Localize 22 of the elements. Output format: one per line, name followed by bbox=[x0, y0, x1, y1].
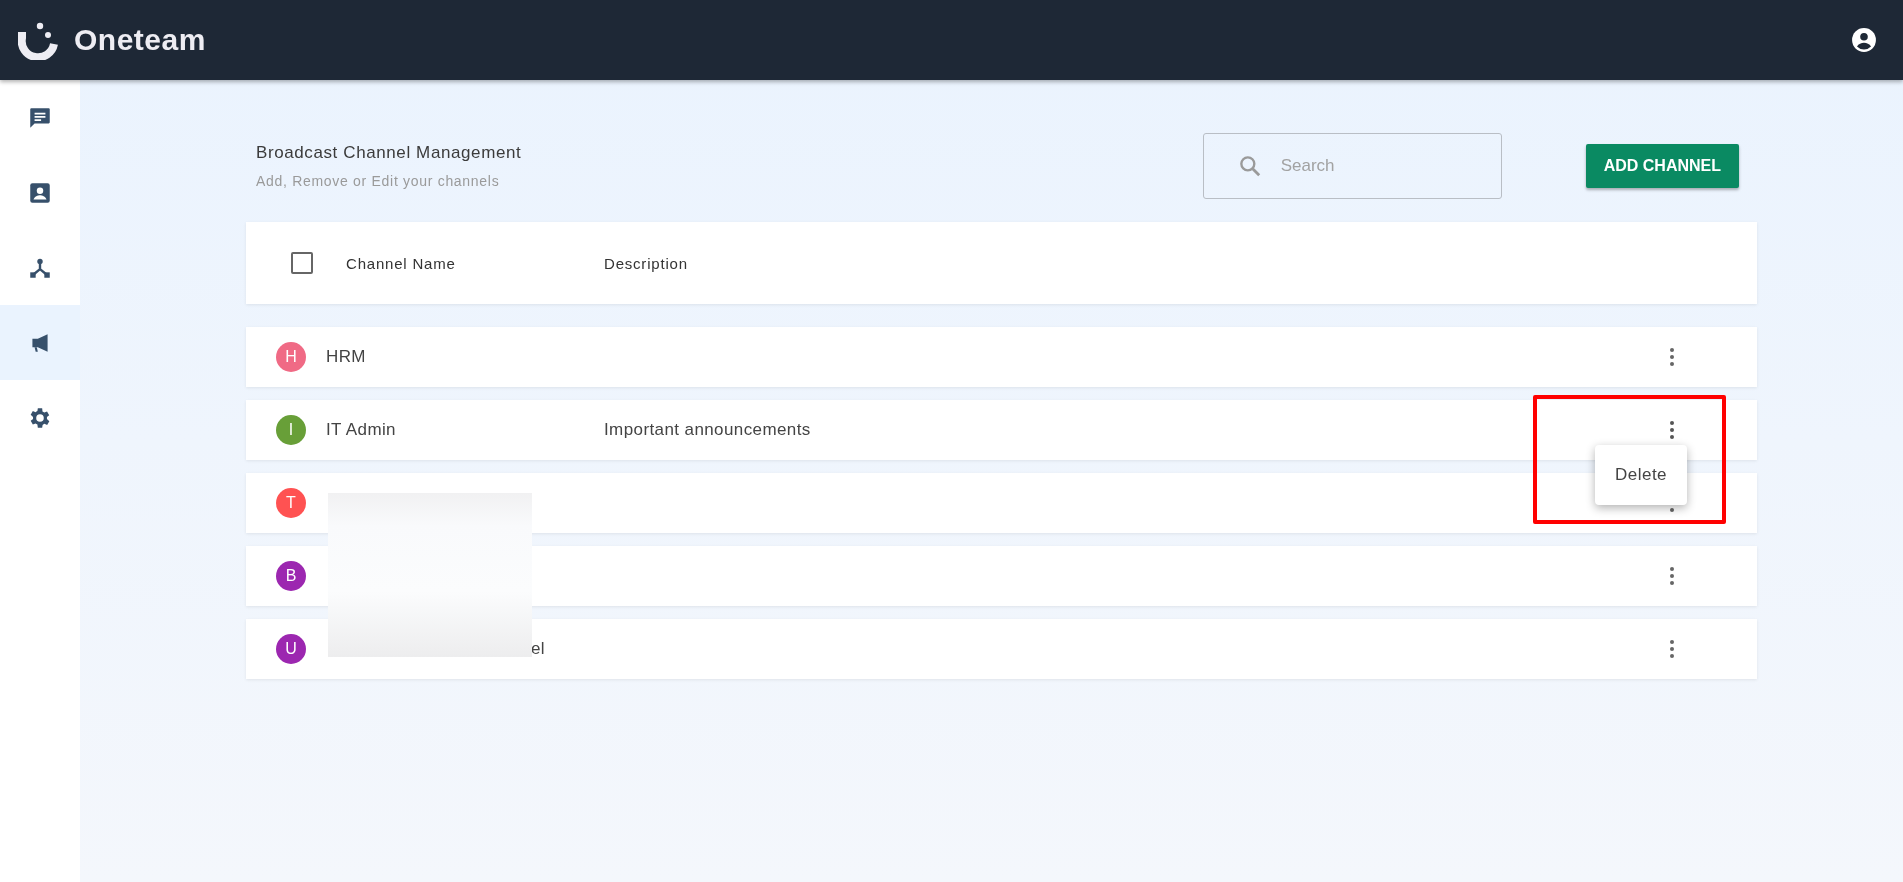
search-field[interactable]: Search bbox=[1202, 133, 1502, 199]
channel-row[interactable]: I IT Admin Important announcements bbox=[246, 400, 1757, 460]
app-name: Oneteam bbox=[74, 23, 206, 57]
channel-avatar: H bbox=[276, 342, 306, 372]
channel-row[interactable]: U el bbox=[246, 619, 1757, 679]
select-all-checkbox[interactable] bbox=[291, 252, 313, 274]
page-title: Broadcast Channel Management bbox=[256, 143, 523, 163]
channel-avatar: T bbox=[276, 488, 306, 518]
channel-name: el bbox=[530, 639, 547, 659]
channel-avatar: I bbox=[276, 415, 306, 445]
account-icon[interactable] bbox=[1851, 27, 1877, 53]
column-header: Description bbox=[604, 254, 688, 272]
sidebar-item[interactable] bbox=[0, 305, 80, 380]
channel-name: IT Admin bbox=[326, 420, 397, 440]
page-subtitle: Add, Remove or Edit your channels bbox=[256, 173, 501, 189]
add-channel-button[interactable]: ADD CHANNEL bbox=[1585, 144, 1739, 188]
channel-name: HRM bbox=[326, 347, 367, 367]
channel-avatar: B bbox=[276, 561, 306, 591]
column-header: Channel Name bbox=[346, 254, 457, 272]
channel-description: Important announcements bbox=[604, 420, 812, 440]
channel-avatar: U bbox=[276, 634, 306, 664]
channel-row[interactable]: H HRM bbox=[246, 327, 1757, 387]
